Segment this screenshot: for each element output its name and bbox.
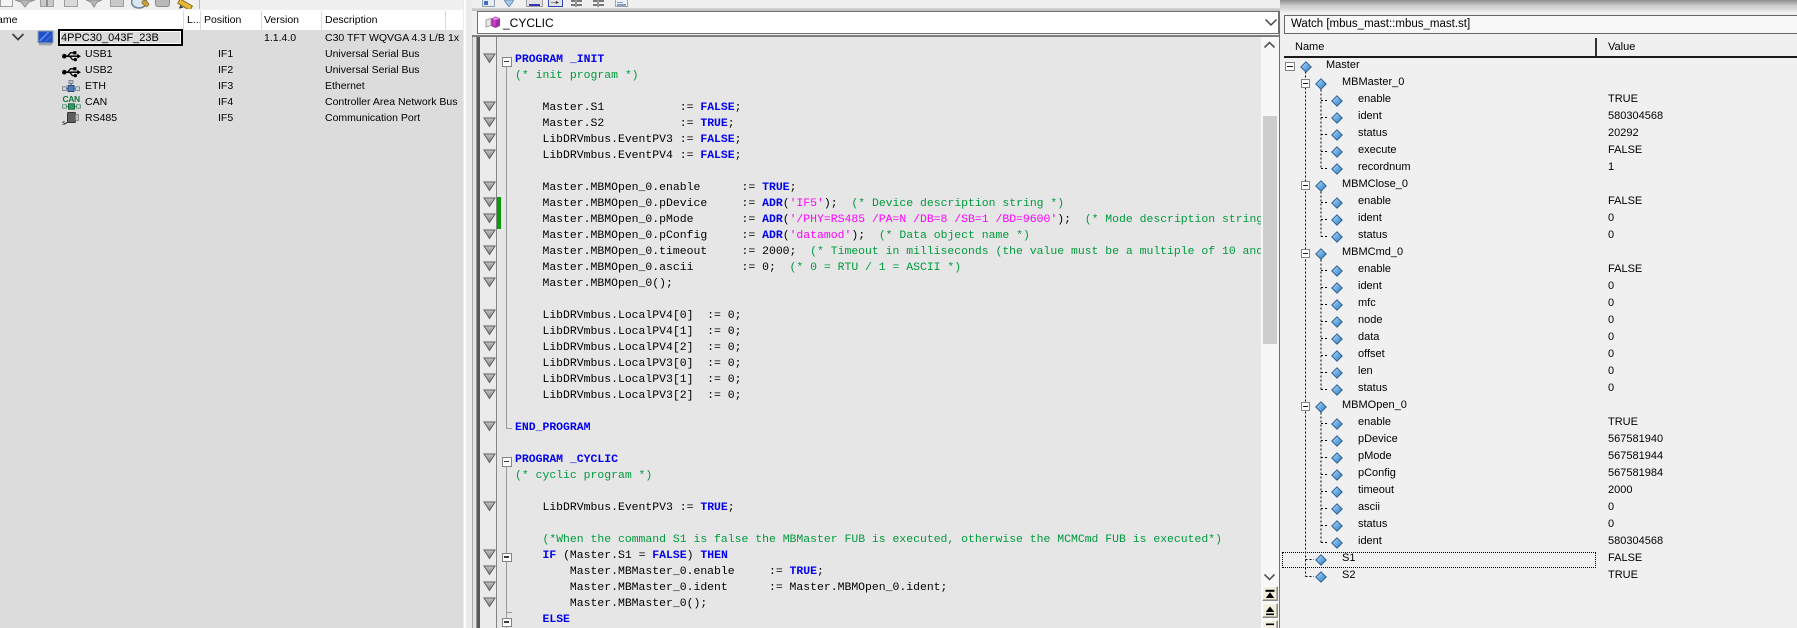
svg-text:CAN: CAN <box>63 94 80 104</box>
svg-text:s: s <box>62 118 65 125</box>
